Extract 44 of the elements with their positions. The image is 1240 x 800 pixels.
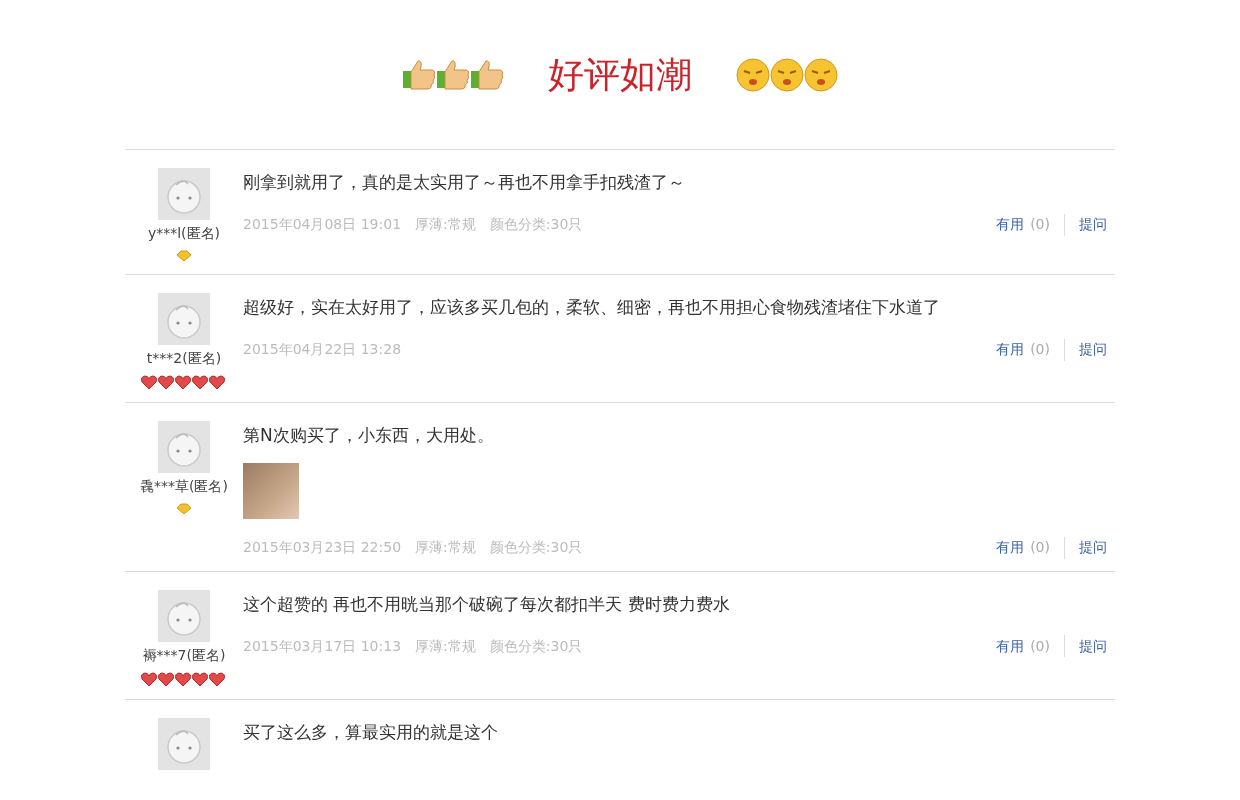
useful-count: (0)	[1030, 215, 1050, 234]
photo-placeholder	[243, 462, 299, 519]
avatar-icon	[158, 421, 210, 473]
avatar-icon	[158, 589, 210, 642]
product-spec: 颜色分类:30只	[489, 637, 583, 654]
product-spec: 厚薄:常规	[415, 216, 476, 232]
ask-link[interactable]: 提问	[1079, 537, 1107, 558]
useful-link[interactable]: 有用	[996, 635, 1025, 657]
thumbs-up-icon	[436, 57, 470, 92]
ask-link[interactable]: 提问	[1079, 214, 1107, 235]
ask-link[interactable]: 提问	[1079, 635, 1107, 657]
review-text: 超级好，实在太好用了，应该多买几包的，柔软、细密，再也不用担心食物残渣堵住下水道了	[243, 296, 941, 319]
useful-count: (0)	[1030, 538, 1050, 557]
product-spec: 厚薄:常规	[415, 539, 476, 555]
smiley-face-icon	[736, 57, 770, 92]
product-spec: 厚薄:常规	[415, 637, 476, 654]
user-name: 毳***草(匿名)	[140, 477, 228, 496]
ask-link[interactable]: 提问	[1079, 339, 1107, 360]
product-spec: 颜色分类:30只	[489, 216, 583, 232]
user-name: 褥***7(匿名)	[142, 645, 226, 665]
avatar-icon	[158, 717, 210, 770]
thumbs-up-icon	[470, 57, 504, 92]
review-text: 刚拿到就用了，真的是太实用了～再也不用拿手扣残渣了～	[243, 171, 686, 194]
useful-link[interactable]: 有用	[996, 339, 1025, 360]
review-date: 2015年04月08日 19:01	[243, 216, 402, 232]
review-date: 2015年03月17日 10:13	[243, 637, 402, 654]
review-date: 2015年03月23日 22:50	[243, 539, 402, 555]
thumbs-up-icon	[402, 57, 436, 92]
useful-link[interactable]: 有用	[996, 537, 1025, 558]
review-date: 2015年04月22日 13:28	[243, 341, 402, 357]
avatar-icon	[158, 168, 210, 220]
useful-count: (0)	[1030, 636, 1050, 656]
review-text: 买了这么多，算最实用的就是这个	[243, 720, 499, 744]
user-name: t***2(匿名)	[146, 349, 222, 368]
product-spec: 颜色分类:30只	[489, 539, 583, 555]
smiley-face-icon	[770, 57, 804, 92]
useful-link[interactable]: 有用	[996, 214, 1025, 235]
avatar-icon	[158, 293, 210, 345]
smiley-face-icon	[804, 57, 838, 92]
page-title: 好评如潮	[548, 52, 692, 97]
user-name: y***l(匿名)	[147, 224, 221, 243]
review-text: 这个超赞的 再也不用晄当那个破碗了每次都扣半天 费时费力费水	[243, 592, 731, 616]
review-text: 第N次购买了，小东西，大用处。	[243, 424, 495, 447]
useful-count: (0)	[1030, 340, 1050, 359]
